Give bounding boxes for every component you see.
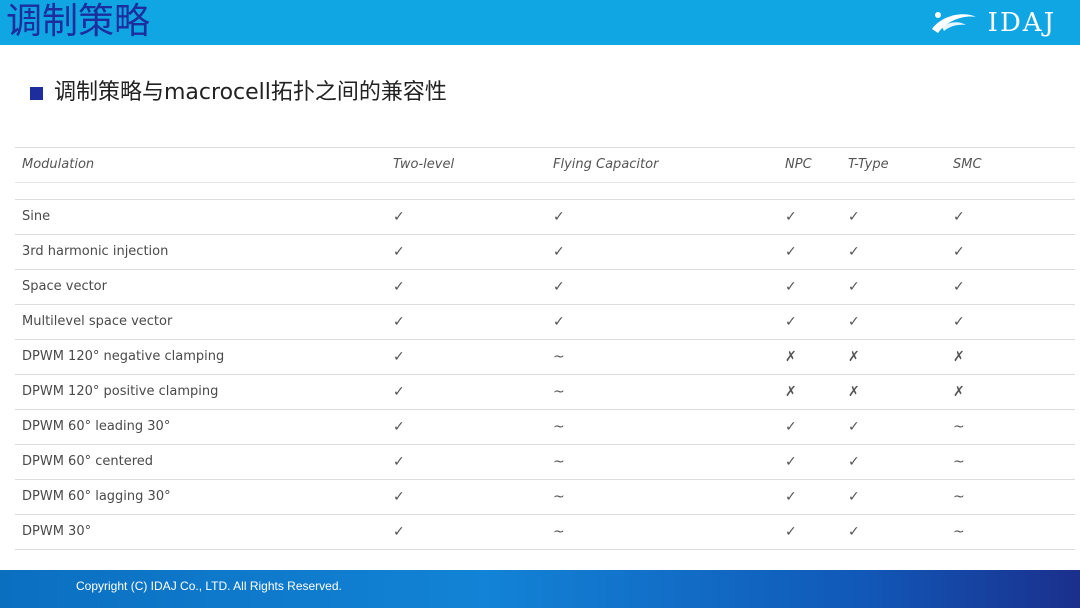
compat-mark: ~ <box>553 489 565 505</box>
compat-mark: ✓ <box>953 279 965 295</box>
compat-mark: ✓ <box>785 524 797 540</box>
table-row: DPWM 60° centered ✓ ~ ✓ ✓ ~ <box>15 445 1075 480</box>
column-header: Flying Capacitor <box>553 157 659 172</box>
column-header: SMC <box>953 157 982 172</box>
compat-mark: ✓ <box>393 454 405 470</box>
compat-mark: ✓ <box>553 209 565 225</box>
table-row: DPWM 60° lagging 30° ✓ ~ ✓ ✓ ~ <box>15 480 1075 515</box>
compat-mark: ~ <box>953 454 965 470</box>
compat-mark: ✓ <box>393 279 405 295</box>
table-row: DPWM 30° ✓ ~ ✓ ✓ ~ <box>15 515 1075 550</box>
compat-mark: ✓ <box>953 244 965 260</box>
table-row: DPWM 120° positive clamping ✓ ~ ✗ ✗ ✗ <box>15 375 1075 410</box>
table-row: Multilevel space vector ✓ ✓ ✓ ✓ ✓ <box>15 305 1075 340</box>
compat-mark: ✗ <box>785 384 797 400</box>
footer-band: Copyright (C) IDAJ Co., LTD. All Rights … <box>0 570 1080 608</box>
column-header: Modulation <box>22 157 95 172</box>
compatibility-table: Modulation Two-level Flying Capacitor NP… <box>15 147 1075 550</box>
compat-mark: ✓ <box>785 244 797 260</box>
compat-mark: ✓ <box>553 314 565 330</box>
modulation-name: DPWM 30° <box>22 524 92 539</box>
compat-mark: ✓ <box>848 419 860 435</box>
header-band: 调制策略 IDAJ <box>0 0 1080 45</box>
column-header: NPC <box>785 157 812 172</box>
compat-mark: ✓ <box>393 349 405 365</box>
compat-mark: ✓ <box>393 524 405 540</box>
compat-mark: ✓ <box>393 314 405 330</box>
compat-mark: ~ <box>953 489 965 505</box>
compat-mark: ✓ <box>953 209 965 225</box>
compat-mark: ✗ <box>848 384 860 400</box>
modulation-name: 3rd harmonic injection <box>22 244 169 259</box>
compat-mark: ✓ <box>848 314 860 330</box>
compat-mark: ~ <box>553 524 565 540</box>
subheading-text: 调制策略与macrocell拓扑之间的兼容性 <box>54 80 447 105</box>
compat-mark: ✗ <box>785 349 797 365</box>
compat-mark: ✓ <box>848 209 860 225</box>
column-header: T-Type <box>848 157 889 172</box>
square-bullet-icon <box>30 86 43 100</box>
compat-mark: ✓ <box>953 314 965 330</box>
modulation-name: Sine <box>22 209 51 224</box>
compat-mark: ✓ <box>393 419 405 435</box>
compat-mark: ✓ <box>848 279 860 295</box>
compat-mark: ✓ <box>785 209 797 225</box>
modulation-name: Space vector <box>22 279 107 294</box>
idaj-logo: IDAJ <box>928 6 1056 40</box>
modulation-name: Multilevel space vector <box>22 314 173 329</box>
column-header: Two-level <box>393 157 455 172</box>
compat-mark: ✗ <box>953 384 965 400</box>
logo-wordmark: IDAJ <box>987 8 1056 38</box>
compat-mark: ✓ <box>785 489 797 505</box>
modulation-name: DPWM 60° lagging 30° <box>22 489 171 504</box>
compat-mark: ~ <box>953 419 965 435</box>
compat-mark: ✓ <box>785 454 797 470</box>
compat-mark: ✓ <box>393 244 405 260</box>
idaj-swoosh-logo-icon <box>931 12 976 34</box>
compat-mark: ✓ <box>848 489 860 505</box>
compat-mark: ✓ <box>553 279 565 295</box>
table-row: DPWM 120° negative clamping ✓ ~ ✗ ✗ ✗ <box>15 340 1075 375</box>
compat-mark: ~ <box>553 419 565 435</box>
copyright-text: Copyright (C) IDAJ Co., LTD. All Rights … <box>76 579 342 593</box>
modulation-name: DPWM 120° negative clamping <box>22 349 225 364</box>
compat-mark: ✓ <box>848 524 860 540</box>
compat-mark: ~ <box>553 384 565 400</box>
modulation-name: DPWM 60° leading 30° <box>22 419 171 434</box>
compat-mark: ~ <box>553 454 565 470</box>
table-row: Sine ✓ ✓ ✓ ✓ ✓ <box>15 200 1075 235</box>
compat-mark: ✗ <box>848 349 860 365</box>
table-row: 3rd harmonic injection ✓ ✓ ✓ ✓ ✓ <box>15 235 1075 270</box>
compat-mark: ✓ <box>393 384 405 400</box>
modulation-name: DPWM 120° positive clamping <box>22 384 219 399</box>
table-row: DPWM 60° leading 30° ✓ ~ ✓ ✓ ~ <box>15 410 1075 445</box>
compat-mark: ✓ <box>848 454 860 470</box>
compat-mark: ✓ <box>785 279 797 295</box>
compat-mark: ~ <box>553 349 565 365</box>
compat-mark: ✓ <box>785 419 797 435</box>
compat-mark: ~ <box>953 524 965 540</box>
slide-title: 调制策略 <box>6 1 151 42</box>
table-row: Space vector ✓ ✓ ✓ ✓ ✓ <box>15 270 1075 305</box>
compat-mark: ✓ <box>553 244 565 260</box>
compat-mark: ✓ <box>848 244 860 260</box>
table-header-gap <box>15 183 1075 200</box>
table-header-row: Modulation Two-level Flying Capacitor NP… <box>15 147 1075 183</box>
compat-mark: ✓ <box>785 314 797 330</box>
compat-mark: ✓ <box>393 209 405 225</box>
compat-mark: ✗ <box>953 349 965 365</box>
modulation-name: DPWM 60° centered <box>22 454 154 469</box>
subheading: 调制策略与macrocell拓扑之间的兼容性 <box>30 78 447 108</box>
compat-mark: ✓ <box>393 489 405 505</box>
